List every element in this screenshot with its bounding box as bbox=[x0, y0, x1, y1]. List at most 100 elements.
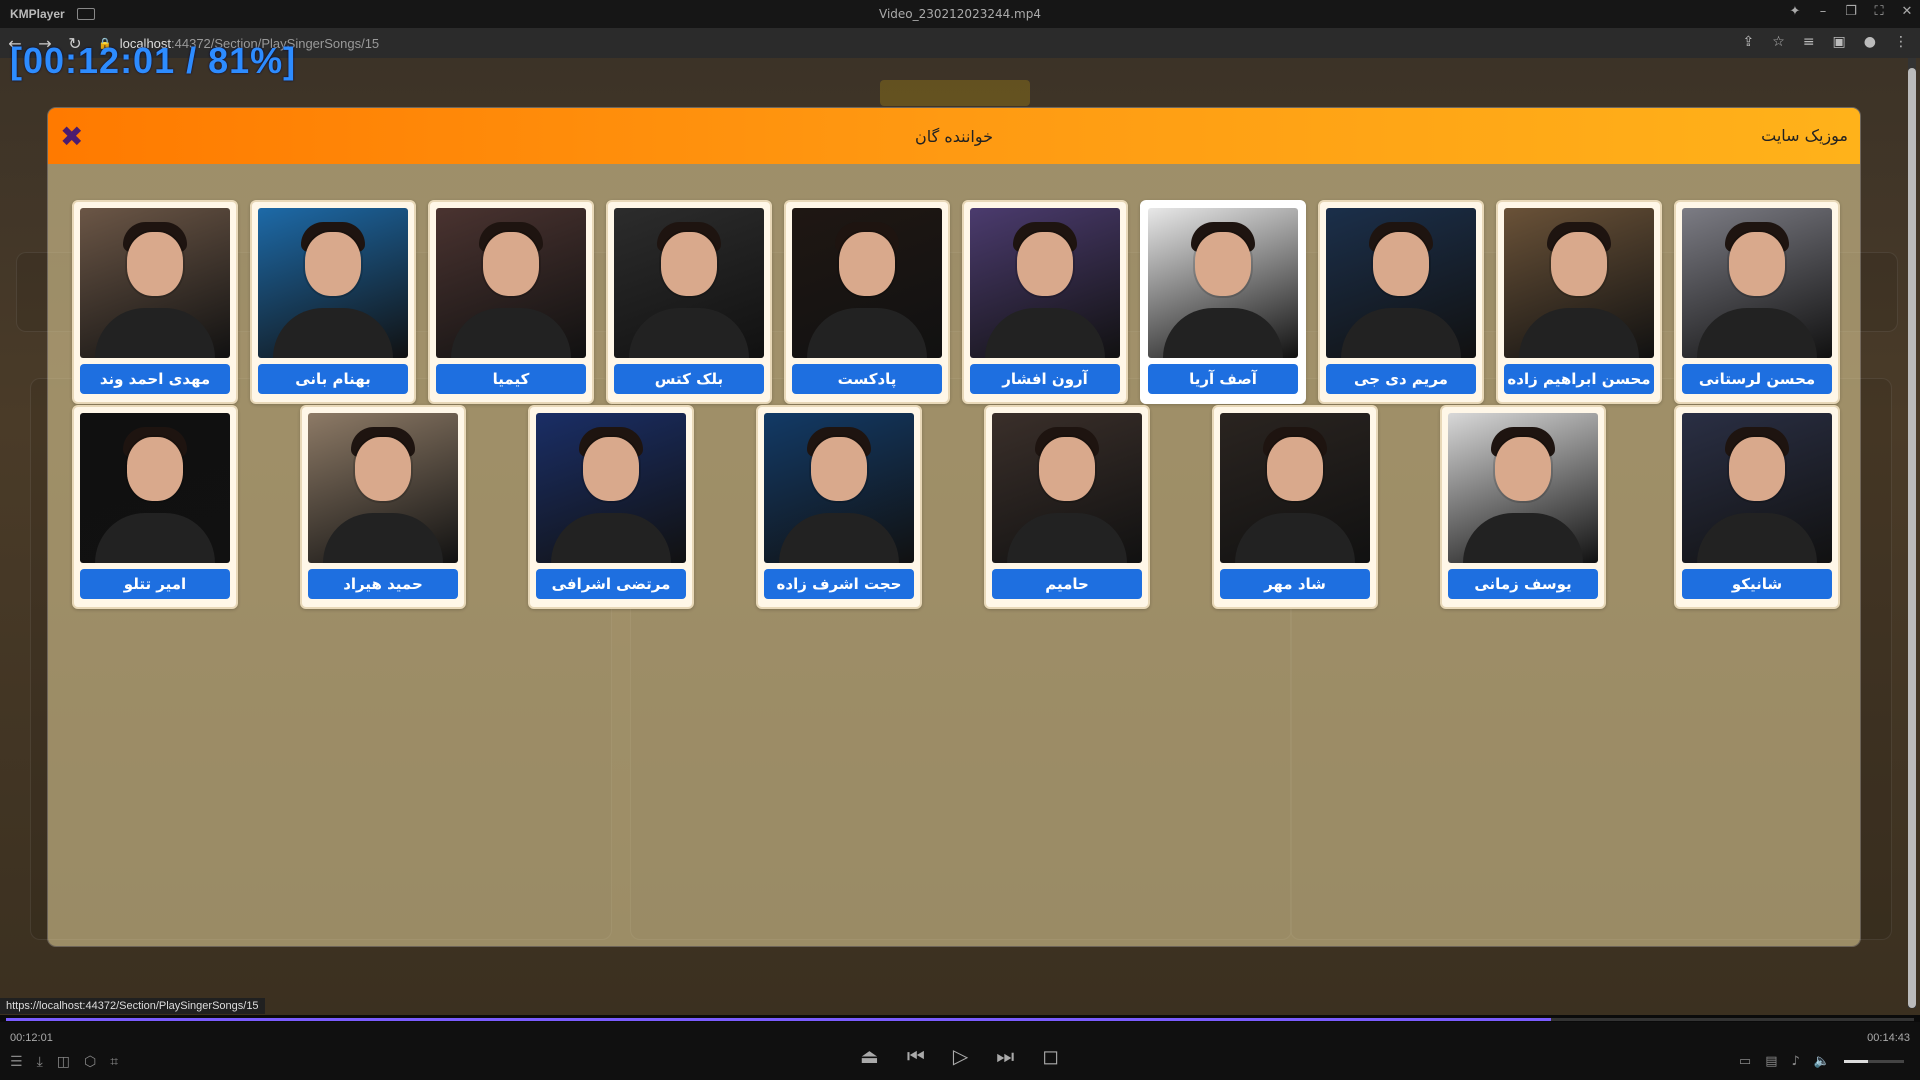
singer-photo[interactable] bbox=[436, 208, 586, 358]
volume-slider[interactable] bbox=[1844, 1060, 1904, 1063]
subtitle-icon[interactable]: ▤ bbox=[1765, 1054, 1777, 1069]
singer-name-button[interactable]: شانیکو bbox=[1682, 569, 1832, 599]
singer-name-button[interactable]: محسن لرستانی bbox=[1682, 364, 1832, 394]
singer-name-button[interactable]: حامیم bbox=[992, 569, 1142, 599]
eject-icon[interactable]: ⏏ bbox=[860, 1044, 879, 1068]
minimize-icon[interactable]: – bbox=[1816, 4, 1830, 19]
singer-photo[interactable] bbox=[1682, 208, 1832, 358]
close-icon[interactable]: ✕ bbox=[1900, 4, 1914, 19]
singer-name-button[interactable]: مرتضی اشرافی bbox=[536, 569, 686, 599]
seek-bar[interactable] bbox=[6, 1018, 1914, 1021]
face-shape bbox=[1017, 232, 1073, 296]
singer-card[interactable]: شانیکو bbox=[1674, 405, 1840, 609]
singer-photo[interactable] bbox=[536, 413, 686, 563]
body-shape bbox=[451, 308, 571, 358]
play-icon[interactable]: ▷ bbox=[953, 1044, 968, 1068]
body-shape bbox=[95, 308, 215, 358]
singer-name-button[interactable]: پادکست bbox=[792, 364, 942, 394]
3d-icon[interactable]: ⬡ bbox=[84, 1054, 96, 1070]
singer-card[interactable]: حامیم bbox=[984, 405, 1150, 609]
body-shape bbox=[1697, 513, 1817, 563]
playlist-icon[interactable]: ≡ bbox=[1803, 34, 1815, 50]
singer-card[interactable]: حجت اشرف زاده bbox=[756, 405, 922, 609]
scrollbar-thumb[interactable] bbox=[1908, 68, 1916, 1008]
singer-card[interactable]: مهدی احمد وند bbox=[72, 200, 238, 404]
body-shape bbox=[323, 513, 443, 563]
restore-icon[interactable]: ❐ bbox=[1844, 4, 1858, 19]
singer-card[interactable]: آصف آریا bbox=[1140, 200, 1306, 404]
singer-photo[interactable] bbox=[614, 208, 764, 358]
singer-card[interactable]: کیمیا bbox=[428, 200, 594, 404]
singer-photo[interactable] bbox=[258, 208, 408, 358]
download-icon[interactable]: ⤓ bbox=[37, 1054, 43, 1070]
fullscreen-icon[interactable]: ⛶ bbox=[1872, 4, 1886, 19]
singer-name-button[interactable]: حجت اشرف زاده bbox=[764, 569, 914, 599]
singer-photo[interactable] bbox=[1326, 208, 1476, 358]
body-shape bbox=[95, 513, 215, 563]
profile-icon[interactable]: ● bbox=[1864, 34, 1876, 50]
singer-photo[interactable] bbox=[1682, 413, 1832, 563]
volume-icon[interactable]: 🔈 bbox=[1814, 1054, 1830, 1069]
singer-name-button[interactable]: حمید هیراد bbox=[308, 569, 458, 599]
singer-card[interactable]: پادکست bbox=[784, 200, 950, 404]
singer-name-button[interactable]: کیمیا bbox=[436, 364, 586, 394]
singer-photo[interactable] bbox=[1148, 208, 1298, 358]
singer-name-button[interactable]: شاد مهر bbox=[1220, 569, 1370, 599]
singer-photo[interactable] bbox=[1448, 413, 1598, 563]
singer-name-button[interactable]: یوسف زمانی bbox=[1448, 569, 1598, 599]
singer-grid: مهدی احمد وند بهنام بانی کیمیا بلک کتس پادکس… bbox=[72, 200, 1840, 610]
singer-photo[interactable] bbox=[1504, 208, 1654, 358]
sidebar-icon[interactable]: ▣ bbox=[1833, 34, 1846, 50]
singer-card[interactable]: حمید هیراد bbox=[300, 405, 466, 609]
singer-name-button[interactable]: محسن ابراهیم زاده bbox=[1504, 364, 1654, 394]
singer-card[interactable]: محسن لرستانی bbox=[1674, 200, 1840, 404]
body-shape bbox=[551, 513, 671, 563]
singer-photo[interactable] bbox=[992, 413, 1142, 563]
body-shape bbox=[629, 308, 749, 358]
singer-card[interactable]: بلک کتس bbox=[606, 200, 772, 404]
singer-photo[interactable] bbox=[308, 413, 458, 563]
face-shape bbox=[1729, 232, 1785, 296]
singer-card[interactable]: شاد مهر bbox=[1212, 405, 1378, 609]
singer-card[interactable]: مرتضی اشرافی bbox=[528, 405, 694, 609]
singer-name-button[interactable]: امیر تتلو bbox=[80, 569, 230, 599]
video-area[interactable]: ← → ↻ 🔒 localhost:44372/Section/PlaySing… bbox=[0, 28, 1920, 1015]
hw-icon[interactable]: ▭ bbox=[1739, 1054, 1751, 1069]
singer-card[interactable]: امیر تتلو bbox=[72, 405, 238, 609]
singer-name-button[interactable]: بلک کتس bbox=[614, 364, 764, 394]
singer-photo[interactable] bbox=[792, 208, 942, 358]
singer-name-button[interactable]: مهدی احمد وند bbox=[80, 364, 230, 394]
page-scrollbar[interactable] bbox=[1908, 58, 1916, 1008]
singer-card[interactable]: بهنام بانی bbox=[250, 200, 416, 404]
singer-card[interactable]: مریم دی جی bbox=[1318, 200, 1484, 404]
singer-name-button[interactable]: مریم دی جی bbox=[1326, 364, 1476, 394]
face-shape bbox=[1039, 437, 1095, 501]
kebab-menu-icon[interactable]: ⋮ bbox=[1894, 34, 1908, 50]
window-controls: ✦ – ❐ ⛶ ✕ bbox=[1788, 4, 1914, 19]
singer-photo[interactable] bbox=[970, 208, 1120, 358]
star-icon[interactable]: ☆ bbox=[1772, 34, 1785, 50]
stop-icon[interactable]: ◻ bbox=[1042, 1044, 1059, 1068]
singer-name-button[interactable]: بهنام بانی bbox=[258, 364, 408, 394]
previous-icon[interactable]: ⏮ bbox=[907, 1044, 925, 1068]
singer-card[interactable]: یوسف زمانی bbox=[1440, 405, 1606, 609]
capture-icon[interactable]: ⌗ bbox=[110, 1054, 118, 1070]
close-modal-icon[interactable]: ✖ bbox=[60, 120, 83, 153]
vr-icon[interactable]: ◫ bbox=[57, 1054, 70, 1070]
pin-icon[interactable]: ✦ bbox=[1788, 4, 1802, 19]
body-shape bbox=[1007, 513, 1127, 563]
singer-photo[interactable] bbox=[1220, 413, 1370, 563]
menu-icon[interactable] bbox=[76, 8, 95, 20]
next-icon[interactable]: ⏭ bbox=[996, 1044, 1014, 1068]
face-shape bbox=[127, 232, 183, 296]
equalizer-icon[interactable]: ♪ bbox=[1792, 1054, 1800, 1069]
singer-name-button[interactable]: آرون افشار bbox=[970, 364, 1120, 394]
singer-photo[interactable] bbox=[80, 413, 230, 563]
playlist-toggle-icon[interactable]: ☰ bbox=[10, 1054, 23, 1070]
singer-name-button[interactable]: آصف آریا bbox=[1148, 364, 1298, 394]
singer-card[interactable]: آرون افشار bbox=[962, 200, 1128, 404]
singer-photo[interactable] bbox=[764, 413, 914, 563]
singer-photo[interactable] bbox=[80, 208, 230, 358]
singer-card[interactable]: محسن ابراهیم زاده bbox=[1496, 200, 1662, 404]
share-icon[interactable]: ⇪ bbox=[1743, 34, 1755, 50]
